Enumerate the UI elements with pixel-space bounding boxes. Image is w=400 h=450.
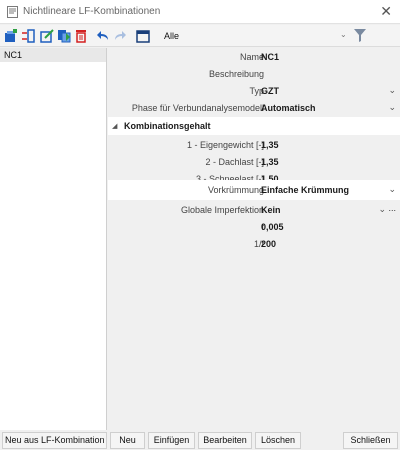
property-row-inv-f[interactable]: 1/f 200 [108,235,400,253]
insert-button[interactable]: Einfügen [148,432,195,449]
new-combination-icon[interactable] [4,29,18,43]
combination-list: NC1 [0,48,107,430]
close-button[interactable]: ✕ [380,3,392,19]
chevron-down-icon[interactable]: ⌄ [388,85,396,96]
property-label: Vorkrümmung [207,185,264,195]
button-bar: Neu aus LF-Kombination Neu Einfügen Bear… [0,431,400,450]
chevron-down-icon[interactable]: ⌄ [388,102,396,113]
app-document-icon [7,6,18,18]
property-label: Beschreibung [208,69,264,79]
close-dialog-button[interactable]: Schließen [343,432,398,449]
list-item[interactable]: NC1 [0,48,106,62]
copy-icon[interactable] [57,29,71,43]
edit-icon[interactable] [40,29,54,43]
property-label: Phase für Verbundanalysemodell [131,103,264,113]
property-label: Globale Imperfektion [180,205,264,215]
imperfektion-value[interactable]: Kein [261,205,281,215]
property-row-beschreibung[interactable]: Beschreibung [108,65,400,83]
property-row-typ[interactable]: Typ GZT ⌄ [108,82,400,100]
property-row-lf1[interactable]: 1 - Eigengewicht [-] 1,35 [108,136,400,154]
delete-icon[interactable] [74,29,88,43]
insert-icon[interactable] [22,29,36,43]
chevron-down-icon[interactable]: ⌄ [340,30,347,39]
collapse-triangle-icon[interactable]: ◢ [112,122,117,130]
chevron-down-icon[interactable]: ⌄ [388,184,396,195]
inv-f-value[interactable]: 200 [261,239,276,249]
undo-icon[interactable] [96,29,110,43]
new-button[interactable]: Neu [110,432,145,449]
redo-icon[interactable] [113,29,127,43]
phase-value[interactable]: Automatisch [261,103,316,113]
name-value[interactable]: NC1 [261,52,279,62]
filter-select[interactable]: Alle [164,31,179,41]
ellipsis-button[interactable]: ... [388,203,396,213]
property-row-lf2[interactable]: 2 - Dachlast [-] 1,35 [108,153,400,171]
chevron-down-icon[interactable]: ⌄ [378,204,386,215]
toolbar: Alle ⌄ [0,25,400,47]
filter-funnel-icon[interactable] [354,29,366,42]
f-value[interactable]: 0,005 [261,222,284,232]
property-row-f[interactable]: f 0,005 [108,218,400,236]
table-icon[interactable] [136,29,150,43]
typ-value[interactable]: GZT [261,86,279,96]
edit-button[interactable]: Bearbeiten [198,432,252,449]
lf2-value[interactable]: 1,35 [261,157,279,167]
property-row-name[interactable]: Name NC1 [108,48,400,66]
property-label: 1 - Eigengewicht [-] [186,140,264,150]
properties-panel: Name NC1 Beschreibung Typ GZT ⌄ Phase fü… [108,48,400,430]
property-label: 2 - Dachlast [-] [205,157,264,167]
property-row-vorkruemmung[interactable]: Vorkrümmung Einfache Krümmung ⌄ [108,180,400,200]
lf1-value[interactable]: 1,35 [261,140,279,150]
property-row-imperfektion[interactable]: Globale Imperfektion Kein ⌄ ... [108,201,400,219]
delete-button[interactable]: Löschen [255,432,301,449]
new-from-combination-button[interactable]: Neu aus LF-Kombination [2,432,107,449]
window-title: Nichtlineare LF-Kombinationen [23,6,161,17]
group-kombinationsgehalt[interactable]: ◢ Kombinationsgehalt [108,117,400,135]
vorkruemmung-value[interactable]: Einfache Krümmung [261,185,349,195]
title-bar: Nichtlineare LF-Kombinationen ✕ [0,0,400,24]
property-row-phase[interactable]: Phase für Verbundanalysemodell Automatis… [108,99,400,117]
group-title: Kombinationsgehalt [124,121,211,131]
